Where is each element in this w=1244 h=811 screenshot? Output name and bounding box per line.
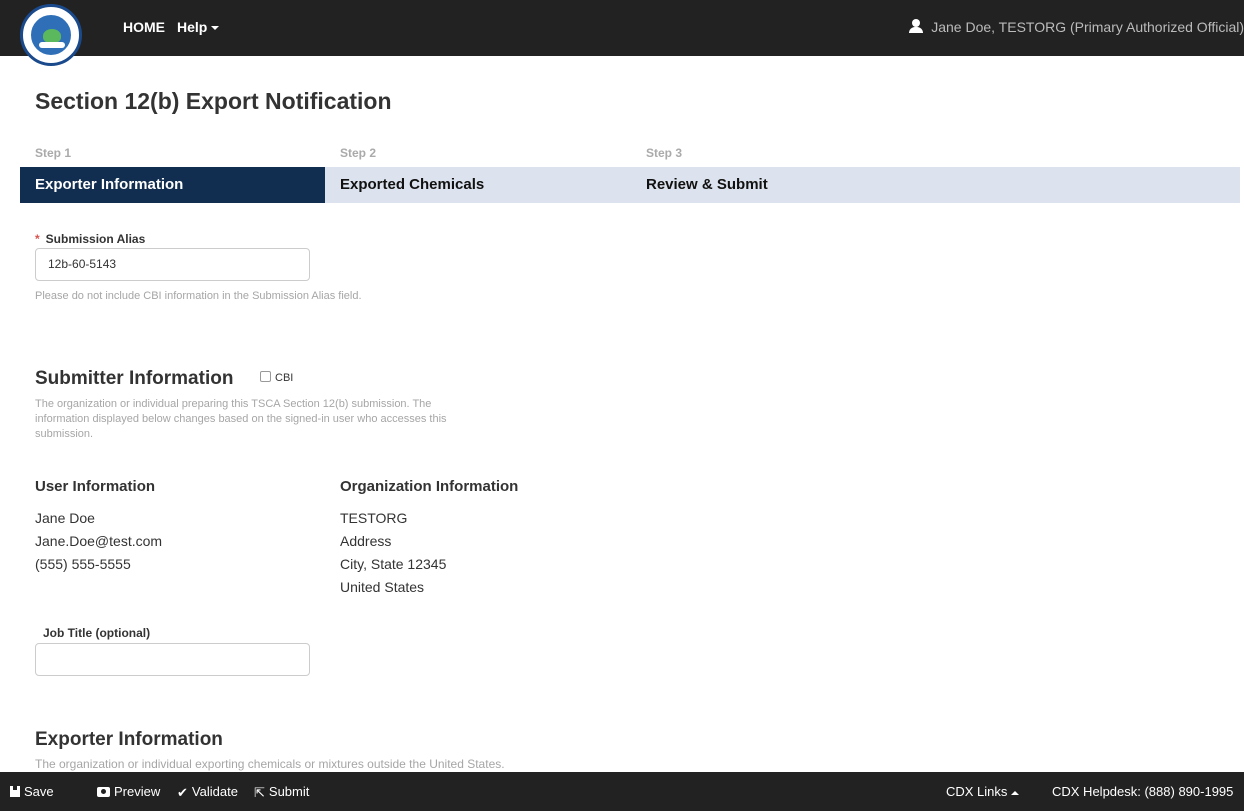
- logo-leaf: [43, 29, 61, 43]
- nav-home-link[interactable]: HOME: [123, 19, 165, 35]
- step-1-label: Step 1: [35, 146, 72, 160]
- tab-exporter-information[interactable]: Exporter Information: [20, 167, 325, 203]
- page-title: Section 12(b) Export Notification: [35, 88, 392, 114]
- job-title-label: Job Title (optional): [43, 626, 151, 640]
- preview-label: Preview: [114, 784, 161, 799]
- org-city-state-value: City, State 12345: [340, 556, 447, 572]
- tab-review-submit[interactable]: Review & Submit: [646, 167, 946, 203]
- submission-alias-help: Please do not include CBI information in…: [35, 290, 362, 302]
- submission-alias-input[interactable]: 12b-60-5143: [35, 248, 310, 281]
- org-address-value: Address: [340, 533, 392, 549]
- user-icon: [909, 19, 924, 33]
- submitter-information-heading: Submitter Information: [35, 368, 234, 389]
- submission-alias-label: * Submission Alias: [35, 232, 145, 246]
- logo-water: [39, 42, 65, 48]
- submit-button[interactable]: ⇱ Submit: [254, 784, 309, 801]
- cdx-helpdesk-text: CDX Helpdesk: (888) 890-1995: [1052, 784, 1234, 799]
- checkbox-icon: [260, 371, 271, 382]
- validate-label: Validate: [191, 784, 238, 799]
- required-marker: *: [35, 232, 40, 246]
- steps-bar: Exporter Information Exported Chemicals …: [20, 167, 1240, 203]
- preview-button[interactable]: Preview: [97, 784, 160, 799]
- caret-down-icon: [211, 26, 220, 31]
- validate-button[interactable]: ✔ Validate: [177, 784, 238, 801]
- submitter-description-line2: information displayed below changes base…: [35, 413, 447, 425]
- camera-icon: [97, 787, 110, 797]
- organization-information-heading: Organization Information: [340, 478, 519, 495]
- user-information-heading: User Information: [35, 478, 156, 495]
- exporter-description: The organization or individual exporting…: [35, 757, 505, 771]
- submission-alias-label-text: Submission Alias: [45, 232, 146, 246]
- bottom-toolbar: Save Preview ✔ Validate ⇱ Submit CDX Links…: [0, 772, 1244, 811]
- job-title-input[interactable]: [35, 643, 310, 676]
- top-navbar: HOME Help Jane Doe, TESTORG (Primary Aut…: [0, 0, 1244, 56]
- caret-up-icon: [1011, 790, 1020, 795]
- user-name-value: Jane Doe: [35, 510, 95, 526]
- cdx-links-label: CDX Links: [946, 784, 1008, 799]
- submitter-description-line3: submission.: [35, 428, 94, 440]
- save-button[interactable]: Save: [10, 784, 54, 799]
- nav-help-menu[interactable]: Help: [177, 19, 220, 35]
- logo-seal: [29, 13, 73, 57]
- user-name: Jane Doe, TESTORG (Primary Authorized Of…: [931, 19, 1244, 35]
- submitter-cbi-checkbox[interactable]: CBI: [260, 371, 293, 384]
- save-icon: [10, 786, 20, 797]
- user-email-value: Jane.Doe@test.com: [35, 533, 163, 549]
- share-icon: ⇱: [254, 785, 265, 800]
- nav-help-label: Help: [177, 19, 208, 35]
- tab-exported-chemicals[interactable]: Exported Chemicals: [340, 167, 640, 203]
- submitter-description-line1: The organization or individual preparing…: [35, 398, 432, 410]
- save-label: Save: [24, 784, 54, 799]
- cdx-links-menu[interactable]: CDX Links: [946, 784, 1020, 799]
- step-3-label: Step 3: [646, 146, 683, 160]
- step-2-label: Step 2: [340, 146, 377, 160]
- user-menu[interactable]: Jane Doe, TESTORG (Primary Authorized Of…: [909, 19, 1244, 35]
- epa-logo[interactable]: [20, 4, 82, 66]
- exporter-information-heading: Exporter Information: [35, 729, 223, 750]
- cbi-label: CBI: [275, 372, 294, 384]
- submit-label: Submit: [268, 784, 310, 799]
- user-phone-value: (555) 555-5555: [35, 556, 131, 572]
- org-country-value: United States: [340, 579, 425, 595]
- check-icon: ✔: [177, 785, 188, 800]
- org-name-value: TESTORG: [340, 510, 408, 526]
